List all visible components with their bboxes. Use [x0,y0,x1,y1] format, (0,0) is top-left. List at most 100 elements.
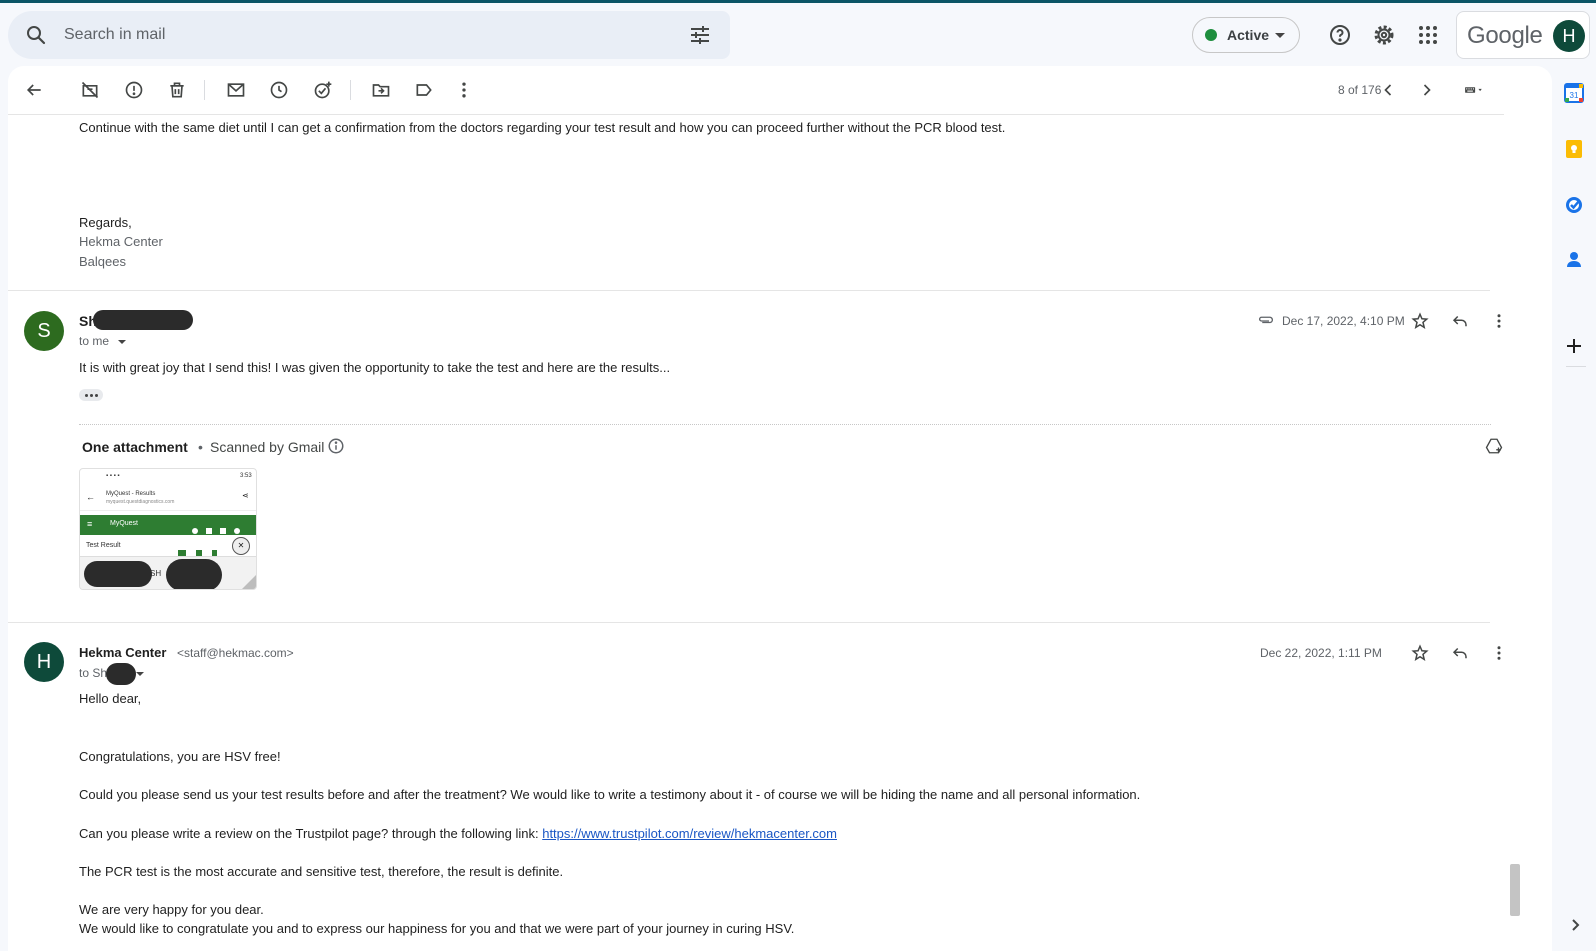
trash-icon[interactable] [165,78,189,102]
chevron-down-icon [1275,33,1285,38]
contacts-icon[interactable] [1564,249,1584,269]
pager-count: 8 of 176 [1338,83,1382,97]
message-date: Dec 17, 2022, 4:10 PM [1282,314,1405,328]
chevron-down-icon[interactable] [118,339,127,344]
header-action-icons [192,521,252,534]
show-trimmed-content-button[interactable] [79,389,103,401]
recipient-label[interactable]: to me [79,334,127,348]
test-result-row: Test Result ✕ [80,535,256,557]
trustpilot-link[interactable]: https://www.trustpilot.com/review/hekmac… [542,826,837,841]
google-logo: Google [1467,22,1543,49]
message-divider [8,290,1490,291]
to-label: to Sh [79,666,108,680]
keep-icon[interactable] [1564,139,1584,159]
snooze-clock-icon[interactable] [267,78,291,102]
mail-view: 8 of 176 Continue with the same diet unt… [8,66,1552,951]
signature-org: Hekma Center [79,234,163,249]
sender-email: <staff@hekmac.com> [177,646,294,660]
active-status-dot [1205,29,1217,41]
page-fold-corner [240,573,256,589]
search-bar[interactable] [8,11,730,59]
signature-name: Balqees [79,254,126,269]
move-to-folder-icon[interactable] [369,78,393,102]
archive-off-icon[interactable] [78,78,102,102]
info-icon[interactable] [326,436,346,456]
browser-address-bar: ← MyQuest - Results myquest.questdiagnos… [80,487,256,511]
message-snippet: It is with great joy that I send this! I… [79,360,671,375]
sender-name[interactable]: Hekma Center [79,645,166,660]
myquest-header: ≡ MyQuest [80,515,256,535]
message-paragraph: Congratulations, you are HSV free! [79,749,281,764]
mark-unread-icon[interactable] [224,78,248,102]
add-plus-icon[interactable] [1564,336,1584,356]
signature-regards: Regards, [79,215,132,230]
add-task-icon[interactable] [311,78,335,102]
share-icon: ⋖ [242,491,249,500]
tasks-icon[interactable] [1564,195,1584,215]
sender-avatar[interactable]: S [24,311,64,351]
redaction-mark [93,310,193,330]
chevron-left-icon[interactable] [1376,78,1400,102]
keyboard-input-icon[interactable] [1454,78,1494,102]
message-paragraph: The PCR test is the most accurate and se… [79,864,564,879]
message-divider [8,622,1490,623]
status-time: 3:53 [240,473,252,479]
reply-icon[interactable] [1448,309,1472,333]
review-request-text: Can you please write a review on the Tru… [79,826,543,841]
more-vert-icon[interactable] [1487,309,1511,333]
search-icon[interactable] [24,23,48,52]
help-icon[interactable] [1328,23,1352,47]
label-icon[interactable] [412,78,436,102]
calendar-day: 31 [1570,91,1579,100]
close-icon: ✕ [232,537,250,555]
message-body-line: Continue with the same diet until I can … [79,120,1006,135]
back-arrow-icon: ← [86,492,95,502]
redaction-mark [106,663,136,685]
scrollbar-thumb[interactable] [1510,864,1520,916]
star-icon[interactable] [1408,309,1432,333]
chevron-down-icon[interactable] [136,671,145,676]
attachment-clip-icon [1254,309,1278,333]
attachment-heading: One attachment [82,439,188,455]
more-vert-icon[interactable] [1487,641,1511,665]
more-vert-icon[interactable] [452,78,476,102]
account-avatar[interactable]: H [1553,20,1585,52]
message-paragraph: We are very happy for you dear. [79,902,264,917]
add-to-drive-icon[interactable] [1482,434,1506,458]
google-account-box[interactable]: Google H [1456,11,1590,59]
redaction-mark [84,561,152,587]
sender-avatar[interactable]: H [24,642,64,682]
search-options-icon[interactable] [688,23,712,52]
chevron-right-icon[interactable] [1568,918,1582,932]
message-toolbar: 8 of 176 [8,66,1552,114]
message-greeting: Hello dear, [79,691,142,706]
message-paragraph: Could you please send us your test resul… [79,787,1141,802]
status-selector[interactable]: Active [1192,17,1300,53]
search-input[interactable] [64,21,624,49]
attachment-thumbnail[interactable]: ▪ ▪ ▪ ▪ 3:53 ← MyQuest - Results myquest… [79,468,257,590]
apps-grid-icon[interactable] [1416,23,1440,47]
calendar-icon[interactable]: 31 [1564,83,1584,103]
avatar-initial: S [37,320,51,342]
attachment-separator-dot: • [198,439,203,455]
side-panel: 31 [1552,66,1596,951]
reply-icon[interactable] [1448,641,1472,665]
to-label: to me [79,334,110,348]
top-accent-strip [0,0,1596,3]
toolbar-divider-line [8,114,1504,115]
gear-icon[interactable] [1372,23,1396,47]
side-panel-divider [1566,366,1586,367]
avatar-initial: H [36,651,52,673]
report-spam-icon[interactable] [122,78,146,102]
status-label: Active [1227,27,1270,43]
message-date: Dec 22, 2022, 1:11 PM [1260,646,1382,660]
row-action-icons [178,543,238,556]
star-icon[interactable] [1408,641,1432,665]
chevron-right-icon[interactable] [1415,78,1439,102]
myquest-brand: MyQuest [110,520,139,527]
test-result-label: Test Result [86,542,121,549]
redaction-mark [166,559,222,589]
phone-status-bar: ▪ ▪ ▪ ▪ 3:53 [80,469,256,485]
back-arrow-icon[interactable] [22,78,46,102]
scanned-by-gmail-label: Scanned by Gmail [210,439,325,455]
